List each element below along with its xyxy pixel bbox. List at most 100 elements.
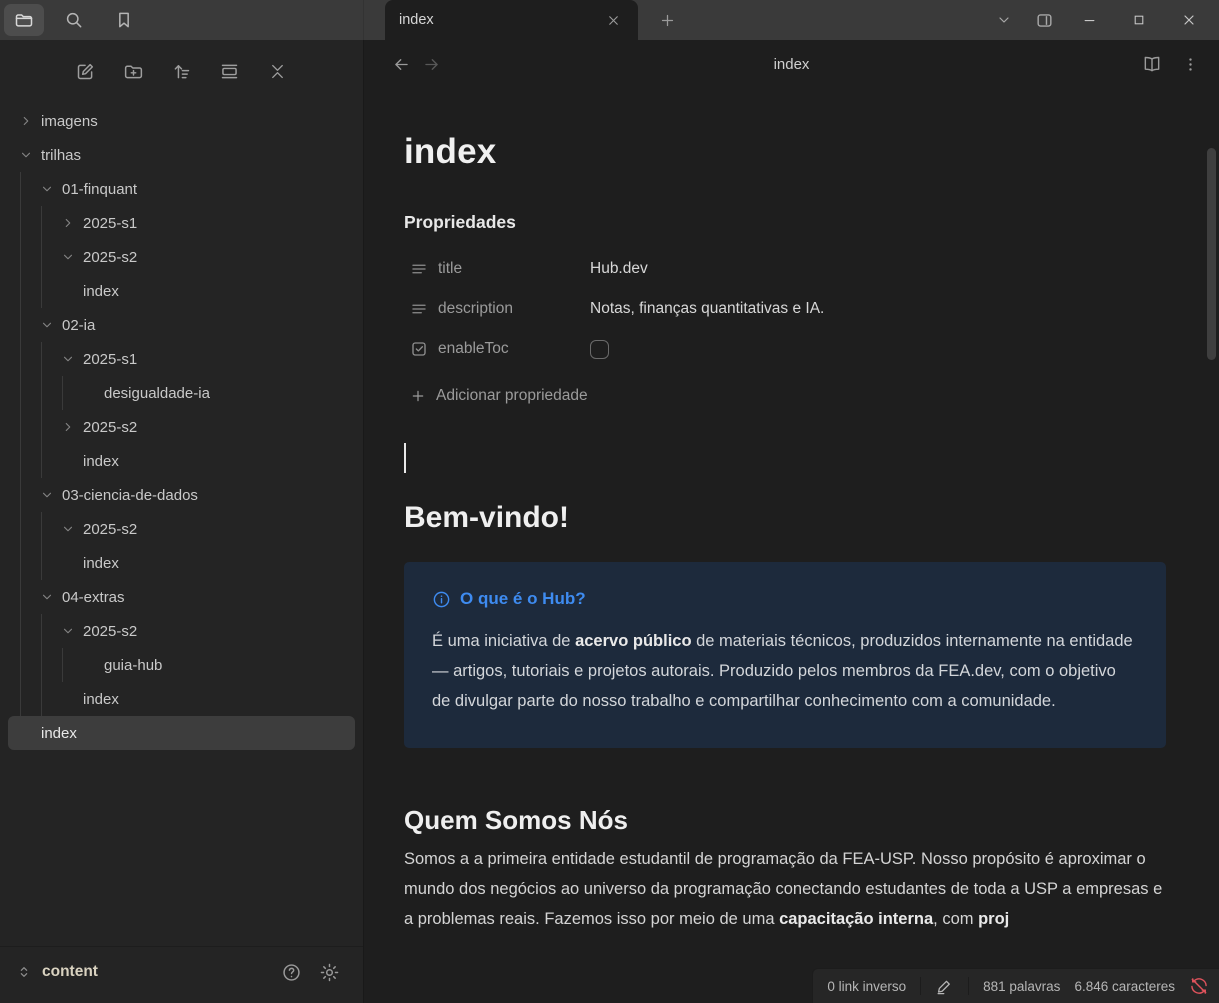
tree-item-folder[interactable]: 2025-s1 xyxy=(8,342,355,376)
tree-item-label: desigualdade-ia xyxy=(104,385,210,402)
indent-guide xyxy=(41,546,62,580)
tree-item-label: 04-extras xyxy=(62,589,125,606)
window-controls xyxy=(987,0,1219,40)
files-panel-button[interactable] xyxy=(4,4,44,36)
edit-mode-pencil-icon[interactable] xyxy=(935,977,954,996)
tree-item-folder[interactable]: 2025-s2 xyxy=(8,614,355,648)
tree-item-folder[interactable]: 2025-s1 xyxy=(8,206,355,240)
more-options-icon[interactable] xyxy=(1175,50,1205,78)
chevron-right-icon[interactable] xyxy=(20,115,41,127)
chevron-down-icon[interactable] xyxy=(41,319,62,331)
property-key[interactable]: description xyxy=(438,300,590,318)
vault-name[interactable]: content xyxy=(42,963,267,981)
property-key[interactable]: title xyxy=(438,260,590,278)
bookmarks-panel-button[interactable] xyxy=(104,4,144,36)
reading-mode-icon[interactable] xyxy=(1137,50,1167,78)
vault-footer: content xyxy=(0,946,363,1003)
card-layout-icon[interactable] xyxy=(217,58,243,84)
tree-item-folder[interactable]: 03-ciencia-de-dados xyxy=(8,478,355,512)
chevron-down-icon[interactable] xyxy=(62,353,83,365)
tree-item-label: 2025-s1 xyxy=(83,215,137,232)
chevron-right-icon[interactable] xyxy=(62,421,83,433)
search-panel-button[interactable] xyxy=(54,4,94,36)
indent-guide xyxy=(41,682,62,716)
chevron-down-icon[interactable] xyxy=(62,625,83,637)
add-property-label: Adicionar propriedade xyxy=(436,387,588,405)
add-property-button[interactable]: Adicionar propriedade xyxy=(404,387,1166,405)
settings-gear-icon[interactable] xyxy=(315,958,343,986)
text-segment: , com xyxy=(933,910,978,928)
tree-item-file[interactable]: index xyxy=(8,682,355,716)
tree-item-label: 2025-s2 xyxy=(83,623,137,640)
sync-off-icon[interactable] xyxy=(1189,976,1209,996)
tree-item-folder[interactable]: 01-finquant xyxy=(8,172,355,206)
tree-item-folder[interactable]: 04-extras xyxy=(8,580,355,614)
editor[interactable]: index Propriedades titleHub.devdescripti… xyxy=(364,88,1219,1003)
tab-index[interactable]: index xyxy=(385,0,638,40)
callout-title: O que é o Hub? xyxy=(460,589,586,609)
tree-item-folder[interactable]: 2025-s2 xyxy=(8,410,355,444)
tab-list-chevron-icon[interactable] xyxy=(987,4,1021,36)
maximize-button[interactable] xyxy=(1117,4,1161,36)
tree-item-file[interactable]: guia-hub xyxy=(8,648,355,682)
tree-item-label: 2025-s2 xyxy=(83,419,137,436)
backlinks-count[interactable]: 0 link inverso xyxy=(827,979,906,994)
tree-item-folder[interactable]: 2025-s2 xyxy=(8,240,355,274)
indent-guide xyxy=(20,614,41,648)
who-heading: Quem Somos Nós xyxy=(404,805,1166,836)
tree-item-file[interactable]: index xyxy=(8,716,355,750)
scrollbar-thumb[interactable] xyxy=(1207,148,1216,360)
tree-item-folder[interactable]: trilhas xyxy=(8,138,355,172)
indent-guide xyxy=(20,546,41,580)
new-tab-button[interactable] xyxy=(654,7,680,33)
close-window-button[interactable] xyxy=(1167,4,1211,36)
vault-switcher-icon[interactable] xyxy=(16,964,32,980)
tree-item-folder[interactable]: imagens xyxy=(8,104,355,138)
file-explorer-sidebar: imagenstrilhas01-finquant2025-s12025-s2i… xyxy=(0,40,364,1003)
property-value[interactable]: Notas, finanças quantitativas e IA. xyxy=(590,300,824,318)
welcome-heading: Bem-vindo! xyxy=(404,501,1166,535)
indent-guide xyxy=(20,206,41,240)
info-icon xyxy=(432,590,451,609)
new-folder-icon[interactable] xyxy=(121,58,147,84)
chevron-down-icon[interactable] xyxy=(62,523,83,535)
tree-item-file[interactable]: index xyxy=(8,444,355,478)
chevron-right-icon[interactable] xyxy=(62,217,83,229)
tree-item-file[interactable]: index xyxy=(8,546,355,580)
tree-item-file[interactable]: index xyxy=(8,274,355,308)
tree-item-file[interactable]: desigualdade-ia xyxy=(8,376,355,410)
navigate-forward-icon[interactable] xyxy=(416,50,446,78)
chevron-down-icon[interactable] xyxy=(20,149,41,161)
chevron-down-icon[interactable] xyxy=(41,591,62,603)
collapse-all-icon[interactable] xyxy=(265,58,291,84)
chevron-down-icon[interactable] xyxy=(62,251,83,263)
indent-guide xyxy=(41,206,62,240)
chevron-down-icon[interactable] xyxy=(41,489,62,501)
tree-item-label: 2025-s1 xyxy=(83,351,137,368)
chevron-down-icon[interactable] xyxy=(41,183,62,195)
toggle-right-sidebar-icon[interactable] xyxy=(1027,4,1061,36)
property-value[interactable]: Hub.dev xyxy=(590,260,648,278)
tab-close-icon[interactable] xyxy=(600,7,626,33)
character-count[interactable]: 6.846 caracteres xyxy=(1074,979,1175,994)
tree-item-label: 03-ciencia-de-dados xyxy=(62,487,198,504)
indent-guide xyxy=(41,342,62,376)
minimize-button[interactable] xyxy=(1067,4,1111,36)
tree-item-label: index xyxy=(83,453,119,470)
tree-item-label: index xyxy=(83,691,119,708)
property-checkbox-unchecked[interactable] xyxy=(590,340,609,359)
property-key[interactable]: enableToc xyxy=(438,340,590,358)
text-property-icon xyxy=(410,260,428,278)
help-icon[interactable] xyxy=(277,958,305,986)
folder-icon xyxy=(14,10,34,30)
new-note-icon[interactable] xyxy=(73,58,99,84)
indent-guide xyxy=(20,376,41,410)
indent-guide xyxy=(41,240,62,274)
property-row: enableToc xyxy=(404,329,1166,369)
tree-item-folder[interactable]: 02-ia xyxy=(8,308,355,342)
navigate-back-icon[interactable] xyxy=(386,50,416,78)
sort-order-icon[interactable] xyxy=(169,58,195,84)
word-count[interactable]: 881 palavras xyxy=(983,979,1060,994)
tree-item-folder[interactable]: 2025-s2 xyxy=(8,512,355,546)
statusbar-divider xyxy=(968,977,969,995)
